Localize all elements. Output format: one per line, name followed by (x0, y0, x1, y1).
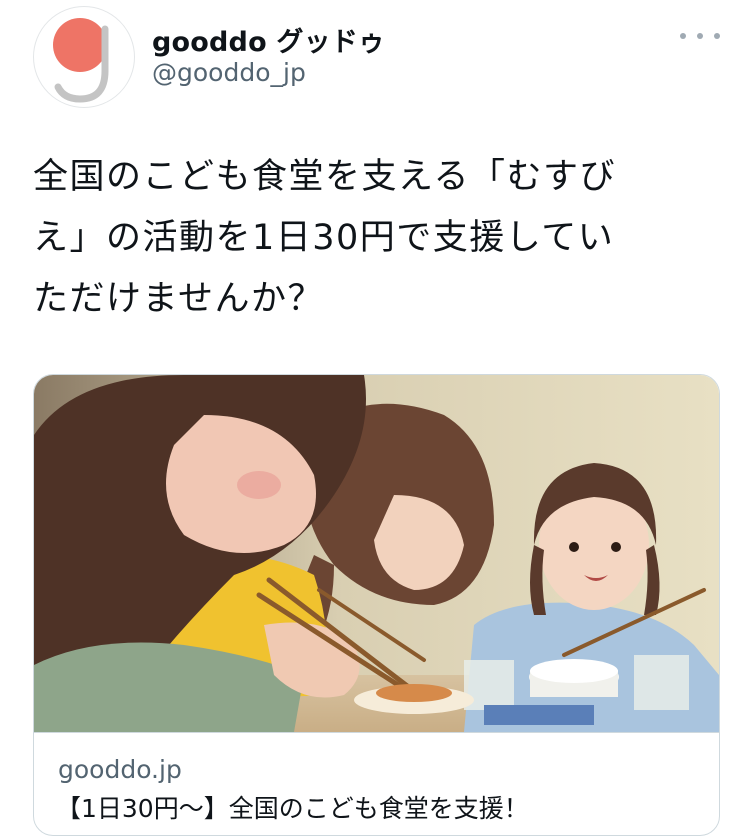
dot (697, 33, 703, 39)
more-horizontal-icon[interactable] (680, 24, 720, 48)
card-domain: gooddo.jp (58, 755, 182, 784)
user-handle[interactable]: @gooddo_jp (152, 58, 306, 87)
gooddo-logo-icon (53, 18, 109, 103)
dot (680, 33, 686, 39)
tweet-line: 全国のこども食堂を支える「むすび (33, 157, 616, 197)
tweet-text: 全国のこども食堂を支える「むすび え」の活動を1日30円で支援してい ただけませ… (33, 147, 723, 330)
tweet-line: え」の活動を1日30円で支援してい (33, 218, 615, 258)
dot (714, 33, 720, 39)
link-card[interactable]: gooddo.jp 【1日30円〜】全国のこども食堂を支援！ (33, 374, 720, 836)
card-divider (34, 732, 719, 733)
card-title[interactable]: 【1日30円〜】全国のこども食堂を支援！ (56, 789, 529, 825)
card-image (34, 375, 719, 732)
avatar[interactable] (33, 6, 135, 108)
tweet-line: ただけませんか？ (33, 279, 324, 319)
display-name[interactable]: gooddo グッドゥ (152, 20, 385, 59)
